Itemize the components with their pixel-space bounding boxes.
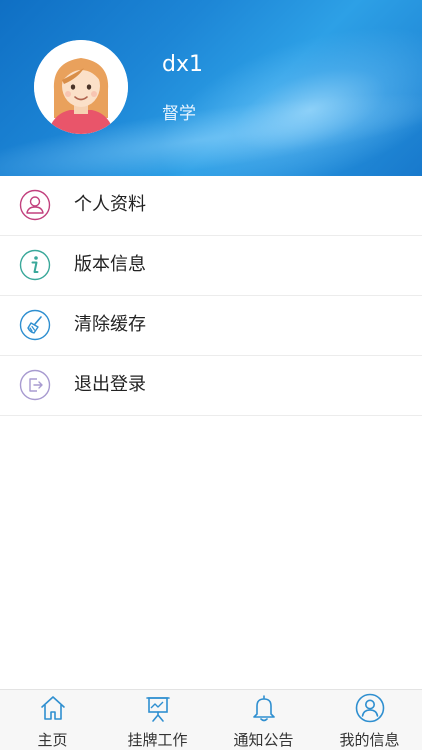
menu-item-label: 清除缓存 — [74, 314, 146, 335]
tab-label: 主页 — [37, 731, 68, 749]
presentation-board-icon — [143, 693, 173, 723]
menu-item-logout[interactable]: 退出登录 — [0, 356, 422, 416]
tab-home[interactable]: 主页 — [0, 690, 105, 750]
tab-notices[interactable]: 通知公告 — [211, 690, 316, 750]
logout-icon — [19, 369, 51, 401]
user-circle-icon — [355, 693, 385, 723]
bottom-tab-bar: 主页 挂牌工作 通知公告 我的信息 — [0, 689, 422, 750]
menu-item-clear-cache[interactable]: 清除缓存 — [0, 296, 422, 356]
menu-item-label: 版本信息 — [74, 254, 146, 275]
tab-label: 通知公告 — [233, 731, 294, 749]
home-icon — [38, 693, 68, 723]
info-icon — [19, 249, 51, 281]
bell-icon — [249, 693, 279, 723]
user-role: 督学 — [162, 104, 196, 124]
menu-item-version[interactable]: 版本信息 — [0, 236, 422, 296]
avatar-image — [34, 40, 128, 134]
profile-page: dx1 督学 个人资料 版本信息 清除缓存 退出登录 主页 挂牌工作 通知公告 … — [0, 0, 422, 750]
profile-header: dx1 督学 — [0, 0, 422, 176]
avatar[interactable] — [34, 40, 128, 134]
broom-icon — [19, 309, 51, 341]
menu-item-profile[interactable]: 个人资料 — [0, 176, 422, 236]
menu-item-label: 个人资料 — [74, 194, 146, 215]
username: dx1 — [162, 52, 203, 77]
tab-my-info[interactable]: 我的信息 — [317, 690, 422, 750]
settings-menu: 个人资料 版本信息 清除缓存 退出登录 — [0, 176, 422, 416]
tab-label: 我的信息 — [339, 731, 400, 749]
user-icon — [19, 189, 51, 221]
tab-label: 挂牌工作 — [127, 731, 188, 749]
menu-item-label: 退出登录 — [74, 374, 146, 395]
tab-listing-work[interactable]: 挂牌工作 — [105, 690, 210, 750]
